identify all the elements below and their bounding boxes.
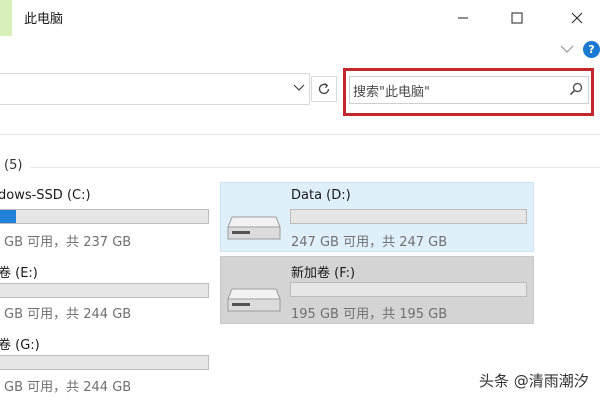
- search-icon[interactable]: [568, 81, 584, 97]
- close-icon: [571, 12, 583, 24]
- close-button[interactable]: [554, 0, 600, 36]
- drive-c-usage-fill: [0, 210, 16, 223]
- search-placeholder: 搜索"此电脑": [353, 85, 430, 100]
- maximize-button[interactable]: [494, 0, 540, 36]
- help-icon[interactable]: ?: [583, 41, 600, 58]
- hard-drive-icon: [227, 216, 281, 240]
- toolbar-divider: [0, 134, 600, 135]
- window-title: 此电脑: [24, 12, 64, 27]
- window-icon-strip: [0, 0, 12, 36]
- drive-f-usage-bar: [290, 282, 527, 297]
- drive-e-usage-bar: [0, 283, 209, 298]
- group-divider: [30, 167, 600, 168]
- address-bar[interactable]: [0, 73, 310, 105]
- hard-drive-icon: [227, 288, 281, 312]
- minimize-button[interactable]: [440, 0, 486, 36]
- group-header[interactable]: (5): [4, 158, 22, 173]
- refresh-icon: [318, 82, 330, 95]
- address-dropdown-icon[interactable]: [292, 80, 306, 94]
- drive-c-usage-bar: [0, 209, 209, 224]
- drive-e-name[interactable]: 卷 (E:): [0, 262, 38, 281]
- chevron-down-icon[interactable]: [558, 42, 576, 56]
- minimize-icon: [458, 17, 468, 19]
- drive-d-name[interactable]: Data (D:): [291, 188, 351, 203]
- drive-g-space: GB 可用，共 244 GB: [4, 380, 132, 395]
- drive-f-space: 195 GB 可用，共 195 GB: [291, 307, 448, 322]
- drive-c-name[interactable]: dows-SSD (C:): [0, 188, 91, 203]
- maximize-icon: [511, 12, 523, 24]
- drive-d-space: 247 GB 可用，共 247 GB: [291, 235, 448, 250]
- drive-g-name[interactable]: 卷 (G:): [0, 334, 40, 353]
- drive-f-name[interactable]: 新加卷 (F:): [291, 262, 355, 281]
- drive-e-space: GB 可用，共 244 GB: [4, 307, 132, 322]
- watermark-text: 头条 @清雨潮汐: [479, 372, 589, 390]
- refresh-button[interactable]: [311, 76, 337, 102]
- drive-d-usage-bar: [290, 209, 527, 224]
- drive-g-usage-bar: [0, 355, 209, 370]
- drive-c-space: GB 可用，共 237 GB: [4, 235, 132, 250]
